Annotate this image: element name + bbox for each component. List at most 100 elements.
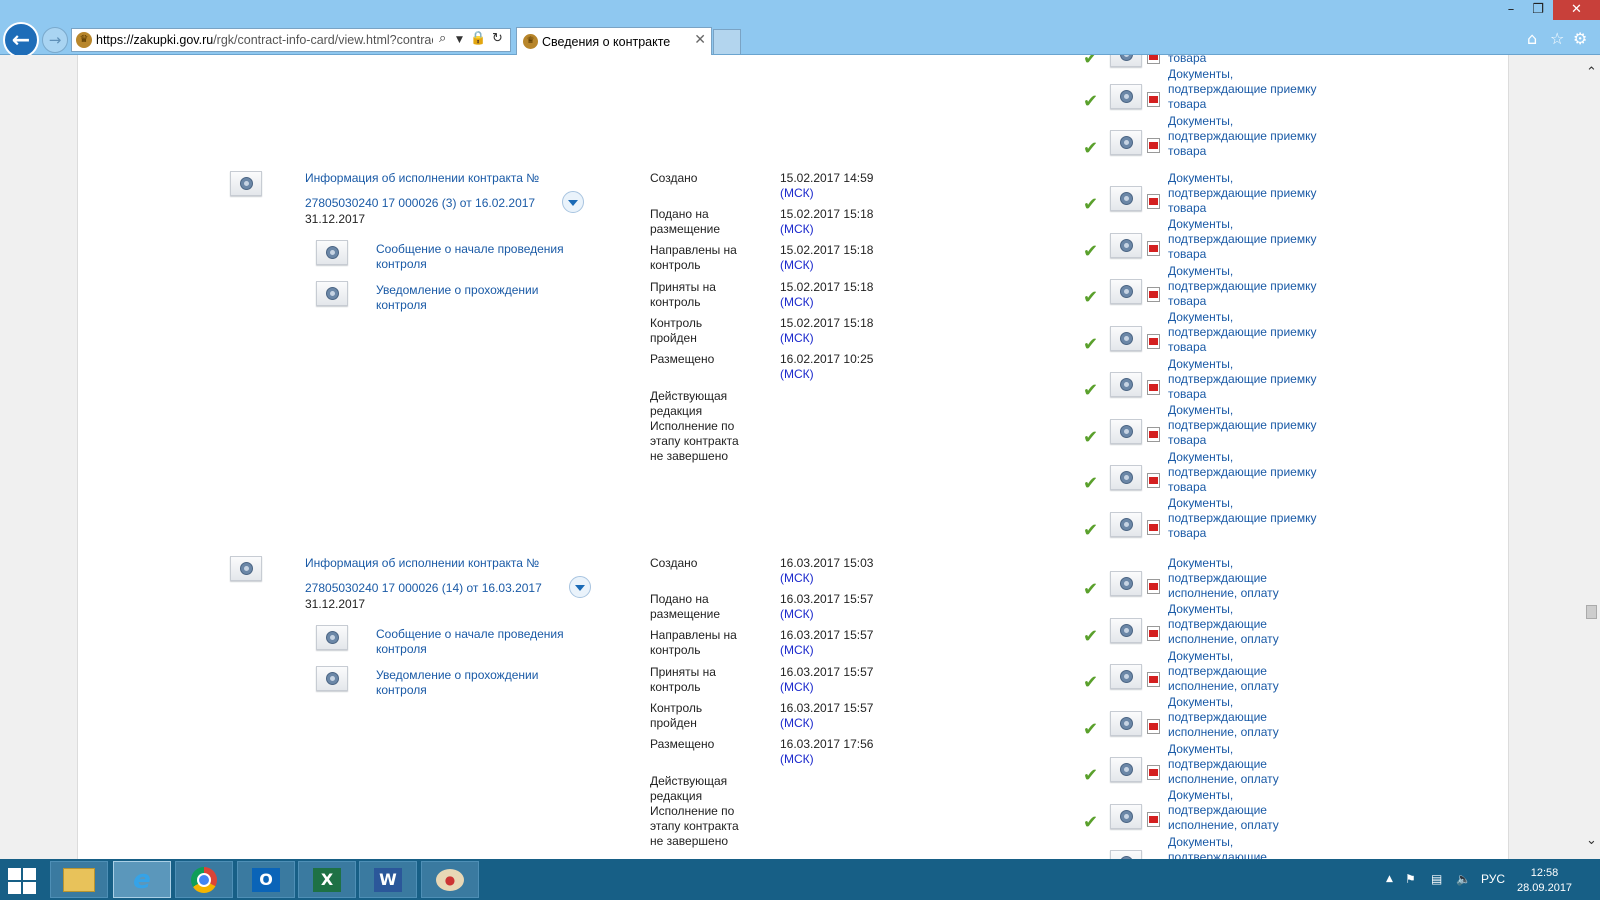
signature-icon[interactable] [1110, 664, 1142, 689]
pdf-icon[interactable] [1147, 194, 1160, 209]
signature-icon[interactable] [1110, 571, 1142, 596]
signature-icon[interactable] [1110, 512, 1142, 537]
address-text[interactable]: https://zakupki.gov.ru/rgk/contract-info… [96, 33, 433, 47]
taskbar-excel[interactable]: X [298, 861, 356, 898]
doc-link[interactable]: Документы, подтверждающие [1168, 835, 1267, 859]
settings-gear-icon[interactable]: ⚙ [1573, 29, 1587, 48]
tab-contract-info[interactable]: ♛ Сведения о контракте ✕ [516, 27, 712, 55]
tab-close-icon[interactable]: ✕ [694, 32, 706, 48]
pdf-icon[interactable] [1147, 812, 1160, 827]
scroll-thumb[interactable] [1586, 605, 1597, 619]
execution-info-link[interactable]: Информация об исполнении контракта № 278… [305, 171, 539, 211]
signature-icon[interactable] [1110, 84, 1142, 109]
doc-link[interactable]: Документы, подтверждающие исполнение, опла… [1168, 649, 1279, 694]
taskbar-chrome[interactable] [175, 861, 233, 898]
restore-button[interactable]: ❐ [1522, 0, 1554, 20]
favorites-star-icon[interactable]: ☆ [1550, 29, 1564, 48]
pdf-icon[interactable] [1147, 520, 1160, 535]
signature-icon[interactable] [230, 171, 262, 196]
doc-link[interactable]: Документы, подтверждающие приемку товара [1168, 450, 1316, 495]
doc-link[interactable]: Документы, подтверждающие приемку товара [1168, 496, 1316, 541]
signature-icon[interactable] [230, 556, 262, 581]
taskbar-paint[interactable]: ● [421, 861, 479, 898]
action-center-flag-icon[interactable]: ⚑ [1405, 872, 1416, 886]
pdf-icon[interactable] [1147, 427, 1160, 442]
control-start-message-link[interactable]: Сообщение о начале проведения контроля [376, 242, 564, 272]
control-start-message-link[interactable]: Сообщение о начале проведения контроля [376, 627, 564, 657]
control-passed-notice-link[interactable]: Уведомление о прохождении контроля [376, 283, 538, 313]
expand-dropdown-button[interactable] [569, 576, 591, 598]
signature-icon[interactable] [316, 666, 348, 691]
execution-info-link[interactable]: Информация об исполнении контракта № 278… [305, 556, 542, 596]
pdf-icon[interactable] [1147, 334, 1160, 349]
signature-icon[interactable] [1110, 55, 1142, 67]
doc-link[interactable]: Документы, подтверждающие приемку товара [1168, 171, 1316, 216]
taskbar-internet-explorer[interactable]: e [113, 861, 171, 898]
signature-icon[interactable] [1110, 419, 1142, 444]
doc-link[interactable]: Документы, подтверждающие приемку товара [1168, 217, 1316, 262]
doc-link[interactable]: Документы, подтверждающие исполнение, опла… [1168, 602, 1279, 647]
dropdown-icon[interactable]: ▼ [456, 35, 463, 45]
doc-link[interactable]: Документы, подтверждающие приемку товара [1168, 67, 1316, 112]
scroll-up-arrow-icon[interactable]: ⌃ [1583, 65, 1600, 80]
show-hidden-icons-icon[interactable]: ▲ [1386, 874, 1393, 884]
signature-icon[interactable] [1110, 804, 1142, 829]
taskbar-file-explorer[interactable] [50, 861, 108, 898]
signature-icon[interactable] [1110, 326, 1142, 351]
signature-icon[interactable] [1110, 372, 1142, 397]
pdf-icon[interactable] [1147, 138, 1160, 153]
pdf-icon[interactable] [1147, 55, 1160, 64]
doc-link[interactable]: Документы, подтверждающие исполнение, опла… [1168, 556, 1279, 601]
network-icon[interactable]: ▤ [1431, 872, 1442, 886]
taskbar-word[interactable]: W [359, 861, 417, 898]
taskbar-outlook[interactable]: O [237, 861, 295, 898]
new-tab-button[interactable] [713, 29, 741, 54]
back-button[interactable]: ← [3, 22, 39, 58]
doc-link[interactable]: Документы, подтверждающие исполнение, опла… [1168, 695, 1279, 740]
control-passed-notice-link[interactable]: Уведомление о прохождении контроля [376, 668, 538, 698]
signature-icon[interactable] [1110, 465, 1142, 490]
address-bar[interactable]: ♛ https://zakupki.gov.ru/rgk/contract-in… [71, 28, 511, 52]
expand-dropdown-button[interactable] [562, 191, 584, 213]
clock[interactable]: 12:58 28.09.2017 [1517, 866, 1572, 896]
signature-icon[interactable] [1110, 618, 1142, 643]
pdf-icon[interactable] [1147, 719, 1160, 734]
home-icon[interactable]: ⌂ [1527, 29, 1537, 48]
search-icon[interactable]: ⌕ [439, 31, 446, 46]
start-button[interactable] [8, 868, 40, 894]
signature-icon[interactable] [316, 281, 348, 306]
pdf-icon[interactable] [1147, 241, 1160, 256]
scroll-down-arrow-icon[interactable]: ⌄ [1583, 833, 1600, 848]
signature-icon[interactable] [1110, 186, 1142, 211]
doc-link[interactable]: Документы, подтверждающие приемку товара [1168, 357, 1316, 402]
lock-icon[interactable]: 🔒 [470, 31, 486, 46]
signature-icon[interactable] [1110, 850, 1142, 859]
doc-link[interactable]: Документы, подтверждающие приемку товара [1168, 264, 1316, 309]
language-indicator[interactable]: РУС [1481, 872, 1505, 886]
volume-muted-icon[interactable]: 🔈 [1456, 872, 1471, 886]
pdf-icon[interactable] [1147, 765, 1160, 780]
signature-icon[interactable] [1110, 757, 1142, 782]
pdf-icon[interactable] [1147, 626, 1160, 641]
doc-link[interactable]: Документы, подтверждающие приемку товара [1168, 114, 1316, 159]
doc-link[interactable]: Документы, подтверждающие приемку товара [1168, 403, 1316, 448]
signature-icon[interactable] [1110, 279, 1142, 304]
pdf-icon[interactable] [1147, 287, 1160, 302]
signature-icon[interactable] [1110, 233, 1142, 258]
signature-icon[interactable] [316, 240, 348, 265]
vertical-scrollbar[interactable]: ⌃ ⌄ [1583, 55, 1600, 859]
pdf-icon[interactable] [1147, 380, 1160, 395]
pdf-icon[interactable] [1147, 672, 1160, 687]
pdf-icon[interactable] [1147, 579, 1160, 594]
doc-link[interactable]: товара [1168, 55, 1206, 66]
forward-button[interactable]: → [42, 27, 68, 53]
window-close-button[interactable]: ✕ [1553, 0, 1600, 20]
doc-link[interactable]: Документы, подтверждающие исполнение, опла… [1168, 742, 1279, 787]
signature-icon[interactable] [1110, 711, 1142, 736]
doc-link[interactable]: Документы, подтверждающие приемку товара [1168, 310, 1316, 355]
pdf-icon[interactable] [1147, 92, 1160, 107]
refresh-icon[interactable]: ↻ [492, 31, 503, 46]
doc-link[interactable]: Документы, подтверждающие исполнение, опла… [1168, 788, 1279, 833]
signature-icon[interactable] [1110, 130, 1142, 155]
signature-icon[interactable] [316, 625, 348, 650]
